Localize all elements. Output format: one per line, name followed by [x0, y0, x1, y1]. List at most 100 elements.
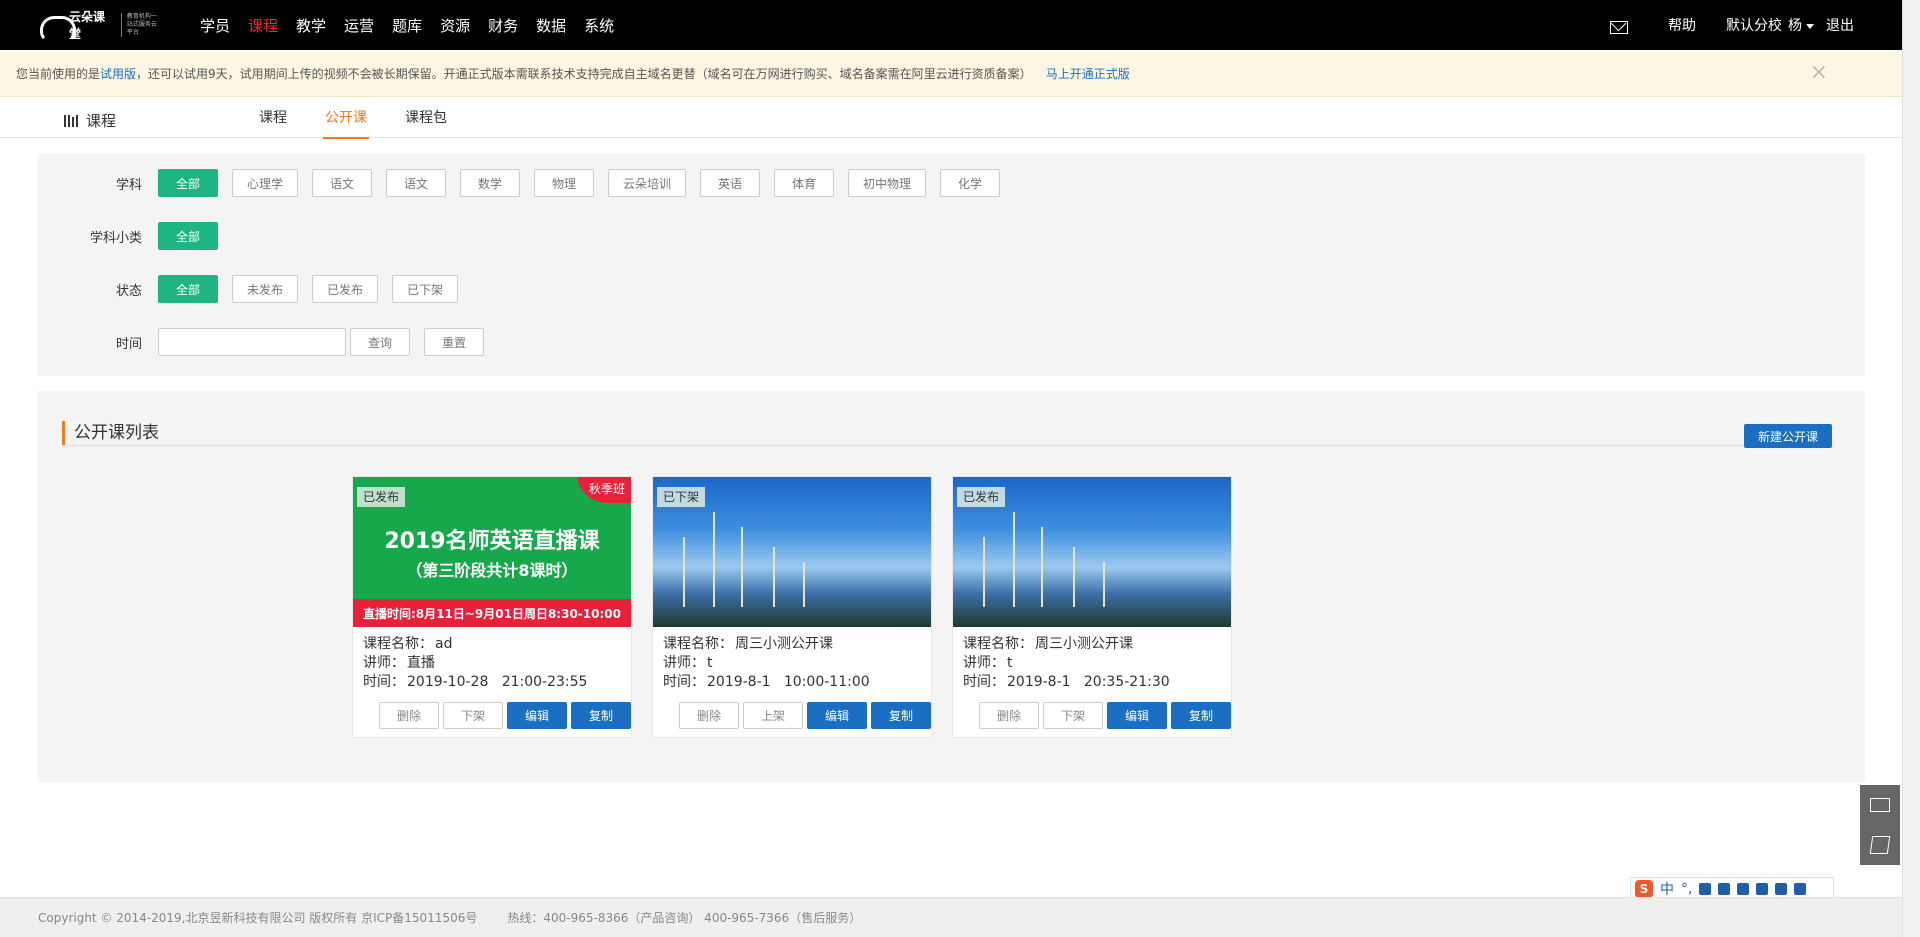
course-thumbnail[interactable]: 2019名师英语直播课 （第三阶段共计8课时） 直播时间:8月11日~9月01日…	[353, 477, 631, 627]
close-icon[interactable]: ×	[1810, 62, 1828, 84]
filter-chip[interactable]: 未发布	[232, 275, 299, 303]
nav-item-finance[interactable]: 财务	[488, 15, 518, 36]
nav-item-data[interactable]: 数据	[536, 15, 566, 36]
grid-icon[interactable]	[1794, 883, 1807, 895]
library-icon	[64, 114, 78, 127]
feedback-float-button[interactable]	[1860, 825, 1900, 865]
filter-chip[interactable]: 全部	[158, 275, 218, 303]
filter-label: 学科	[115, 177, 142, 193]
ime-punctuation[interactable]: °,	[1681, 881, 1692, 897]
nav-item-operations[interactable]: 运营	[344, 15, 374, 36]
unpublish-button[interactable]: 下架	[1043, 702, 1103, 729]
filter-chip[interactable]: 全部	[158, 222, 218, 250]
nav-item-students[interactable]: 学员	[200, 15, 230, 36]
branch-selector[interactable]: 默认分校	[1726, 15, 1782, 35]
publish-button[interactable]: 上架	[743, 702, 803, 729]
delete-button[interactable]: 删除	[379, 702, 439, 729]
nav-item-question-bank[interactable]: 题库	[392, 15, 422, 36]
upgrade-link[interactable]: 马上开通正式版	[1046, 65, 1130, 82]
delete-button[interactable]: 删除	[679, 702, 739, 729]
course-teacher: t	[707, 655, 713, 671]
edit-button[interactable]: 编辑	[807, 702, 867, 729]
copy-button[interactable]: 复制	[571, 702, 631, 729]
filter-chip[interactable]: 全部	[158, 169, 218, 197]
main-nav: 学员 课程 教学 运营 题库 资源 财务 数据 系统	[200, 0, 632, 50]
user-menu[interactable]: 杨	[1788, 15, 1814, 35]
skin-icon[interactable]	[1775, 883, 1788, 895]
filter-chip[interactable]: 已下架	[392, 275, 459, 303]
reset-button[interactable]: 重置	[424, 328, 484, 356]
course-card[interactable]: 已下架 课程名称： 周三小测公开课 讲师： t 时间： 2019-8-1 10:00-…	[652, 476, 932, 738]
name-label: 课程名称：	[963, 636, 1033, 652]
thumbnail-title: 2019名师英语直播课	[384, 529, 600, 554]
copy-button[interactable]: 复制	[871, 702, 931, 729]
user-name: 杨	[1788, 18, 1802, 34]
time-label: 时间：	[363, 674, 405, 690]
status-badge: 已下架	[657, 487, 706, 507]
filter-chip[interactable]: 化学	[940, 169, 1001, 197]
filter-chip[interactable]: 初中物理	[848, 169, 927, 197]
nav-item-courses[interactable]: 课程	[248, 15, 278, 36]
filter-chip[interactable]: 心理学	[232, 169, 299, 197]
nav-item-system[interactable]: 系统	[584, 15, 614, 36]
logout-link[interactable]: 退出	[1826, 15, 1854, 35]
filter-chip[interactable]: 数学	[460, 169, 521, 197]
edit-button[interactable]: 编辑	[1107, 702, 1167, 729]
name-label: 课程名称：	[363, 636, 433, 652]
delete-button[interactable]: 删除	[979, 702, 1039, 729]
filter-chip[interactable]: 语文	[312, 169, 373, 197]
hotline-text: 热线：400-965-8366（产品咨询） 400-965-7366（售后服务）	[507, 911, 862, 925]
course-card[interactable]: 2019名师英语直播课 （第三阶段共计8课时） 直播时间:8月11日~9月01日…	[352, 476, 632, 738]
card-actions: 删除 上架 编辑 复制	[679, 702, 931, 729]
filter-chip[interactable]: 云朵培训	[608, 169, 687, 197]
time-label: 时间：	[963, 674, 1005, 690]
course-name: 周三小测公开课	[735, 636, 833, 652]
vertical-scrollbar[interactable]	[1902, 0, 1920, 937]
new-open-course-button[interactable]: 新建公开课	[1744, 424, 1832, 448]
notice-text: ，还可以试用9天，试用期间上传的视频不会被长期保留。开通正式版本需联系技术支持完…	[136, 67, 1032, 81]
tab-course-packages[interactable]: 课程包	[405, 98, 447, 138]
user-icon[interactable]	[1756, 883, 1769, 895]
mail-icon[interactable]	[1610, 20, 1628, 34]
logo[interactable]: 云朵课堂 教育机构一站式服务云平台	[38, 8, 158, 42]
course-thumbnail[interactable]: 已发布	[953, 477, 1231, 627]
query-button[interactable]: 查询	[350, 328, 410, 356]
microphone-icon[interactable]	[1718, 883, 1731, 895]
filter-chip[interactable]: 体育	[774, 169, 835, 197]
filter-row-subcategory: 学科小类 全部	[38, 221, 232, 251]
edit-button[interactable]: 编辑	[507, 702, 567, 729]
copyright-text: Copyright © 2014-2019,北京昱新科技有限公司 版权所有 京I…	[38, 911, 478, 925]
filter-label: 状态	[115, 283, 142, 299]
ime-language[interactable]: 中	[1660, 879, 1674, 899]
copy-button[interactable]: 复制	[1171, 702, 1231, 729]
filter-chip[interactable]: 英语	[700, 169, 761, 197]
filter-chip[interactable]: 语文	[386, 169, 447, 197]
unpublish-button[interactable]: 下架	[443, 702, 503, 729]
chevron-down-icon	[1806, 23, 1814, 29]
trial-notice: 您当前使用的是 试用版 ，还可以试用9天，试用期间上传的视频不会被长期保留。开通…	[0, 51, 1902, 97]
filter-chip[interactable]: 已发布	[312, 275, 379, 303]
section-title-label: 课程	[86, 112, 117, 130]
filter-row-time: 时间 查询 重置	[38, 327, 498, 357]
filter-panel: 学科 全部 心理学 语文 语文 数学 物理 云朵培训 英语 体育 初中物理 化学…	[38, 154, 1865, 376]
tab-open-courses[interactable]: 公开课	[323, 98, 369, 139]
help-link[interactable]: 帮助	[1668, 15, 1696, 35]
status-badge: 已发布	[357, 487, 406, 507]
nav-item-teaching[interactable]: 教学	[296, 15, 326, 36]
course-time: 2019-8-1 10:00-11:00	[707, 674, 870, 690]
tab-courses[interactable]: 课程	[259, 98, 287, 138]
course-time: 2019-8-1 20:35-21:30	[1007, 674, 1170, 690]
branch-name: 默认分校	[1726, 18, 1782, 34]
message-float-button[interactable]	[1860, 785, 1900, 825]
date-range-input[interactable]	[158, 328, 346, 356]
keyboard-icon[interactable]	[1737, 883, 1750, 895]
course-card[interactable]: 已发布 课程名称： 周三小测公开课 讲师： t 时间： 2019-8-1 20:35-…	[952, 476, 1232, 738]
status-badge: 已发布	[957, 487, 1006, 507]
course-thumbnail[interactable]: 已下架	[653, 477, 931, 627]
notice-trial-label: 试用版	[100, 67, 137, 81]
filter-chip[interactable]: 物理	[534, 169, 595, 197]
emoji-icon[interactable]	[1699, 883, 1712, 895]
footer: Copyright © 2014-2019,北京昱新科技有限公司 版权所有 京I…	[0, 897, 1902, 937]
top-right-menu: 帮助 默认分校 杨 退出	[1610, 0, 1854, 50]
nav-item-resources[interactable]: 资源	[440, 15, 470, 36]
